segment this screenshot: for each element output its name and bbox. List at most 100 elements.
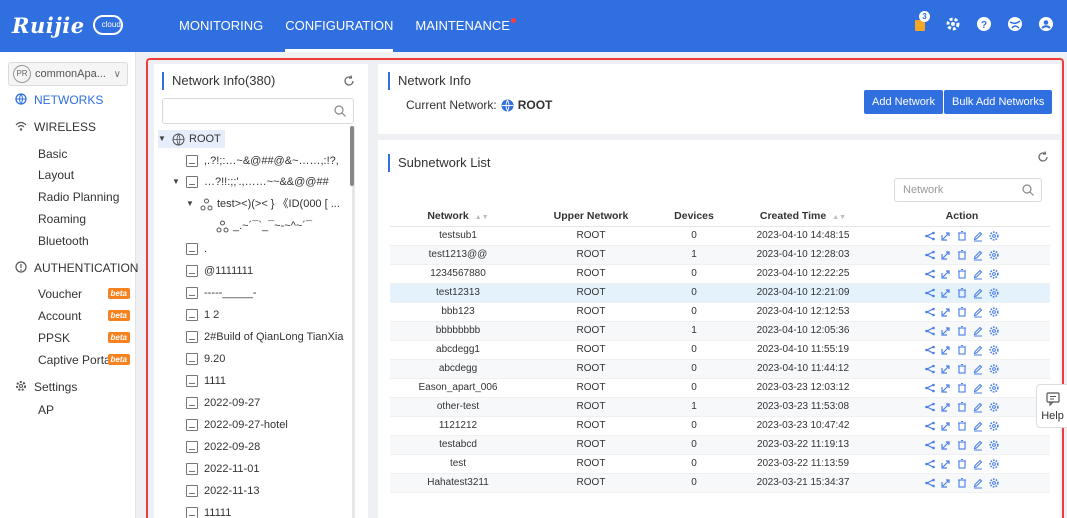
tree-node[interactable]: 11111: [186, 504, 231, 518]
sort-icon[interactable]: ▲▼: [832, 214, 846, 221]
sidebar-item-bluetooth[interactable]: Bluetooth: [38, 231, 130, 251]
move-icon[interactable]: [940, 287, 952, 299]
sidebar-item-captive-portal[interactable]: Captive Portal beta: [38, 350, 130, 370]
move-icon[interactable]: [940, 420, 952, 432]
column-network[interactable]: Network ▲▼: [390, 206, 526, 227]
edit-icon[interactable]: [972, 230, 984, 242]
search-icon[interactable]: [333, 104, 347, 118]
sidebar-section-wireless[interactable]: WIRELESS: [14, 117, 96, 137]
tree-node[interactable]: -----_____-: [186, 284, 257, 302]
subnetwork-search-input[interactable]: [903, 182, 1013, 198]
settings-icon[interactable]: [988, 306, 1000, 318]
share-icon[interactable]: [924, 230, 936, 242]
move-icon[interactable]: [940, 439, 952, 451]
delete-icon[interactable]: [956, 363, 968, 375]
share-icon[interactable]: [924, 477, 936, 489]
table-row[interactable]: 1234567880 ROOT 0 2023-04-10 12:22:25: [390, 264, 1050, 284]
sidebar-item-roaming[interactable]: Roaming: [38, 209, 130, 229]
refresh-icon[interactable]: [342, 74, 356, 88]
move-icon[interactable]: [940, 268, 952, 280]
edit-icon[interactable]: [972, 439, 984, 451]
sidebar-item-account[interactable]: Account beta: [38, 306, 130, 326]
settings-icon[interactable]: [988, 363, 1000, 375]
sidebar-item-basic[interactable]: Basic: [38, 144, 130, 164]
settings-icon[interactable]: [988, 477, 1000, 489]
move-icon[interactable]: [940, 477, 952, 489]
settings-icon[interactable]: [988, 268, 1000, 280]
tree-node[interactable]: 2022-11-13: [186, 482, 259, 500]
delete-icon[interactable]: [956, 325, 968, 337]
edit-icon[interactable]: [972, 268, 984, 280]
move-icon[interactable]: [940, 382, 952, 394]
tree-node[interactable]: 2022-09-27-hotel: [186, 416, 288, 434]
settings-icon[interactable]: [988, 230, 1000, 242]
caret-down-icon[interactable]: ▼: [158, 130, 168, 148]
delete-icon[interactable]: [956, 439, 968, 451]
tree-node[interactable]: .: [186, 240, 207, 258]
help-float-button[interactable]: Help: [1036, 384, 1067, 428]
share-icon[interactable]: [924, 344, 936, 356]
refresh-icon[interactable]: [1036, 150, 1050, 164]
edit-icon[interactable]: [972, 344, 984, 356]
move-icon[interactable]: [940, 230, 952, 242]
delete-icon[interactable]: [956, 382, 968, 394]
delete-icon[interactable]: [956, 401, 968, 413]
move-icon[interactable]: [940, 249, 952, 261]
table-row[interactable]: bbb123 ROOT 0 2023-04-10 12:12:53: [390, 302, 1050, 322]
tree-node[interactable]: 9.20: [186, 350, 225, 368]
sidebar-item-networks[interactable]: NETWORKS: [14, 90, 103, 110]
share-icon[interactable]: [924, 439, 936, 451]
edit-icon[interactable]: [972, 382, 984, 394]
sidebar-item-radio-planning[interactable]: Radio Planning: [38, 187, 130, 207]
subnetwork-search[interactable]: [894, 178, 1042, 202]
message-icon[interactable]: 3: [913, 11, 931, 33]
settings-icon[interactable]: [988, 344, 1000, 356]
caret-down-icon[interactable]: ▼: [186, 195, 196, 213]
bulk-add-networks-button[interactable]: Bulk Add Networks: [944, 90, 1053, 114]
share-icon[interactable]: [924, 401, 936, 413]
tree-node[interactable]: 2022-09-28: [186, 438, 260, 456]
edit-icon[interactable]: [972, 287, 984, 299]
sort-icon[interactable]: ▲▼: [475, 214, 489, 221]
project-select[interactable]: PR commonApa... ∨: [8, 62, 128, 86]
edit-icon[interactable]: [972, 401, 984, 413]
table-row[interactable]: Eason_apart_006 ROOT 0 2023-03-23 12:03:12: [390, 378, 1050, 398]
share-icon[interactable]: [924, 363, 936, 375]
tree-node[interactable]: ▼ …?!!:;;'.,……~~&&@@##: [172, 173, 329, 191]
move-icon[interactable]: [940, 401, 952, 413]
tree-node[interactable]: 1111: [186, 372, 226, 390]
delete-icon[interactable]: [956, 230, 968, 242]
move-icon[interactable]: [940, 344, 952, 356]
table-row[interactable]: Hahatest3211 ROOT 0 2023-03-21 15:34:37: [390, 473, 1050, 493]
tree-node[interactable]: _.~´¯`_¯~-~^~´¯: [216, 217, 312, 235]
table-row[interactable]: abcdegg ROOT 0 2023-04-10 11:44:12: [390, 359, 1050, 379]
delete-icon[interactable]: [956, 420, 968, 432]
settings-icon[interactable]: [988, 287, 1000, 299]
delete-icon[interactable]: [956, 287, 968, 299]
edit-icon[interactable]: [972, 325, 984, 337]
delete-icon[interactable]: [956, 458, 968, 470]
tree-node[interactable]: 1 2: [186, 306, 219, 324]
delete-icon[interactable]: [956, 306, 968, 318]
sidebar-item-ap[interactable]: AP: [38, 400, 130, 420]
settings-icon[interactable]: [988, 439, 1000, 451]
gear-icon[interactable]: [944, 15, 962, 33]
table-row[interactable]: test ROOT 0 2023-03-22 11:13:59: [390, 454, 1050, 474]
tree-search-input[interactable]: [162, 98, 354, 124]
table-row[interactable]: testsub1 ROOT 0 2023-04-10 14:48:15: [390, 226, 1050, 246]
sidebar-item-ppsk[interactable]: PPSK beta: [38, 328, 130, 348]
table-row[interactable]: other-test ROOT 1 2023-03-23 11:53:08: [390, 397, 1050, 417]
edit-icon[interactable]: [972, 420, 984, 432]
caret-down-icon[interactable]: ▼: [172, 173, 182, 191]
table-row[interactable]: abcdegg1 ROOT 0 2023-04-10 11:55:19: [390, 340, 1050, 360]
table-row[interactable]: test12313 ROOT 0 2023-04-10 12:21:09: [390, 283, 1050, 303]
settings-icon[interactable]: [988, 401, 1000, 413]
delete-icon[interactable]: [956, 477, 968, 489]
table-row[interactable]: testabcd ROOT 0 2023-03-22 11:19:13: [390, 435, 1050, 455]
column-created-time[interactable]: Created Time ▲▼: [732, 206, 874, 227]
tree-node[interactable]: 2022-11-01: [186, 460, 259, 478]
edit-icon[interactable]: [972, 363, 984, 375]
table-row[interactable]: bbbbbbbb ROOT 1 2023-04-10 12:05:36: [390, 321, 1050, 341]
share-icon[interactable]: [924, 287, 936, 299]
search-icon[interactable]: [1021, 183, 1035, 197]
